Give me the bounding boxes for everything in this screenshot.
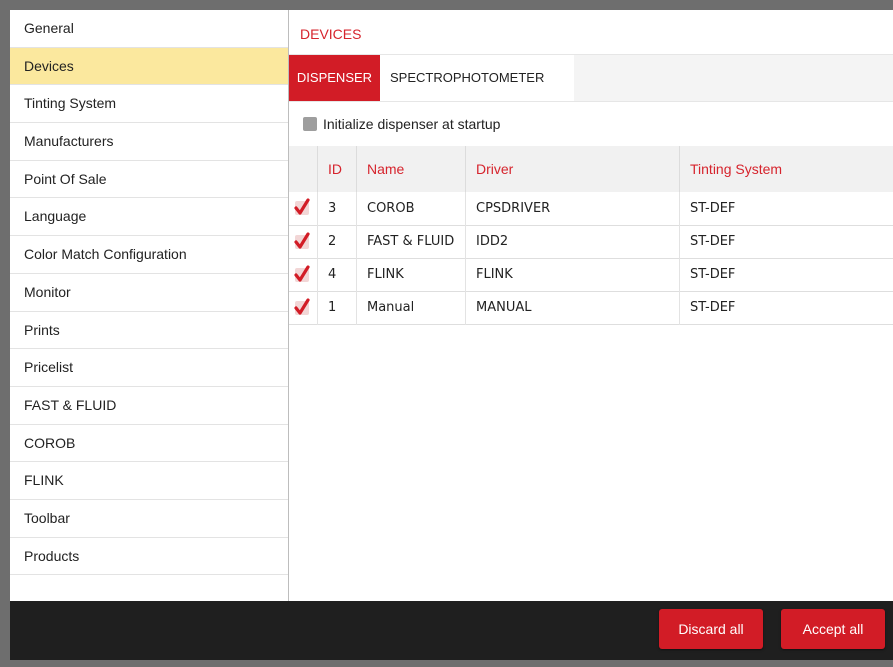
sidebar-item-monitor[interactable]: Monitor (10, 274, 288, 312)
row-checkbox[interactable] (289, 225, 318, 258)
sidebar-item-flink[interactable]: FLINK (10, 462, 288, 500)
row-checkbox[interactable] (289, 291, 318, 324)
checkmark-icon[interactable] (294, 264, 310, 282)
accept-all-button[interactable]: Accept all (781, 609, 885, 649)
row-checkbox[interactable] (289, 192, 318, 225)
cell-id: 3 (317, 192, 357, 225)
sidebar-item-tinting-system[interactable]: Tinting System (10, 85, 288, 124)
header-driver[interactable]: Driver (465, 146, 680, 192)
tab-bar: DISPENSER SPECTROPHOTOMETER (289, 55, 893, 102)
cell-name: FLINK (356, 258, 466, 291)
discard-all-button[interactable]: Discard all (659, 609, 763, 649)
row-checkbox[interactable] (289, 258, 318, 291)
main-panel: DEVICES DISPENSER SPECTROPHOTOMETER Init… (289, 10, 893, 601)
cell-driver: CPSDRIVER (465, 192, 680, 225)
sidebar-item-point-of-sale[interactable]: Point Of Sale (10, 161, 288, 199)
header-tinting-system[interactable]: Tinting System (680, 146, 893, 192)
cell-driver: IDD2 (465, 225, 680, 258)
table-row[interactable]: 1 Manual MANUAL ST-DEF (289, 291, 893, 324)
table-header-row: ID Name Driver Tinting System (289, 146, 893, 192)
sidebar-item-toolbar[interactable]: Toolbar (10, 500, 288, 538)
tab-spectrophotometer[interactable]: SPECTROPHOTOMETER (380, 55, 574, 101)
cell-tinting: ST-DEF (690, 234, 736, 249)
init-option-row: Initialize dispenser at startup (289, 102, 893, 146)
table-row[interactable]: 3 COROB CPSDRIVER ST-DEF (289, 192, 893, 225)
cell-tinting: ST-DEF (690, 267, 736, 282)
sidebar: General Devices Tinting System Manufactu… (10, 10, 289, 601)
sidebar-item-corob[interactable]: COROB (10, 425, 288, 463)
init-dispenser-label: Initialize dispenser at startup (323, 116, 501, 132)
init-dispenser-checkbox[interactable] (303, 117, 317, 131)
sidebar-item-color-match-configuration[interactable]: Color Match Configuration (10, 236, 288, 274)
cell-name: FAST & FLUID (356, 225, 466, 258)
checkmark-icon[interactable] (294, 198, 310, 216)
settings-window: General Devices Tinting System Manufactu… (10, 10, 893, 660)
checkmark-icon[interactable] (294, 297, 310, 315)
checkmark-icon[interactable] (294, 231, 310, 249)
header-id[interactable]: ID (317, 146, 357, 192)
cell-driver: MANUAL (465, 291, 680, 324)
sidebar-item-products[interactable]: Products (10, 538, 288, 576)
sidebar-item-manufacturers[interactable]: Manufacturers (10, 123, 288, 161)
table-row[interactable]: 2 FAST & FLUID IDD2 ST-DEF (289, 225, 893, 258)
cell-id: 1 (317, 291, 357, 324)
sidebar-item-devices[interactable]: Devices (10, 47, 288, 86)
cell-id: 2 (317, 225, 357, 258)
header-check (289, 146, 318, 192)
tab-dispenser[interactable]: DISPENSER (289, 55, 380, 101)
sidebar-item-language[interactable]: Language (10, 198, 288, 237)
cell-id: 4 (317, 258, 357, 291)
footer-bar: Discard all Accept all (10, 601, 893, 660)
cell-tinting: ST-DEF (690, 200, 736, 216)
table-row[interactable]: 4 FLINK FLINK ST-DEF (289, 258, 893, 291)
cell-tinting: ST-DEF (690, 300, 736, 315)
cell-name: COROB (356, 192, 466, 225)
devices-table: ID Name Driver Tinting System 3 COROB CP… (289, 146, 893, 325)
sidebar-item-prints[interactable]: Prints (10, 312, 288, 350)
sidebar-item-fast-fluid[interactable]: FAST & FLUID (10, 387, 288, 425)
cell-name: Manual (356, 291, 466, 324)
sidebar-item-pricelist[interactable]: Pricelist (10, 349, 288, 387)
sidebar-item-general[interactable]: General (10, 10, 288, 48)
cell-driver: FLINK (465, 258, 680, 291)
page-title: DEVICES (289, 10, 893, 55)
header-name[interactable]: Name (356, 146, 466, 192)
